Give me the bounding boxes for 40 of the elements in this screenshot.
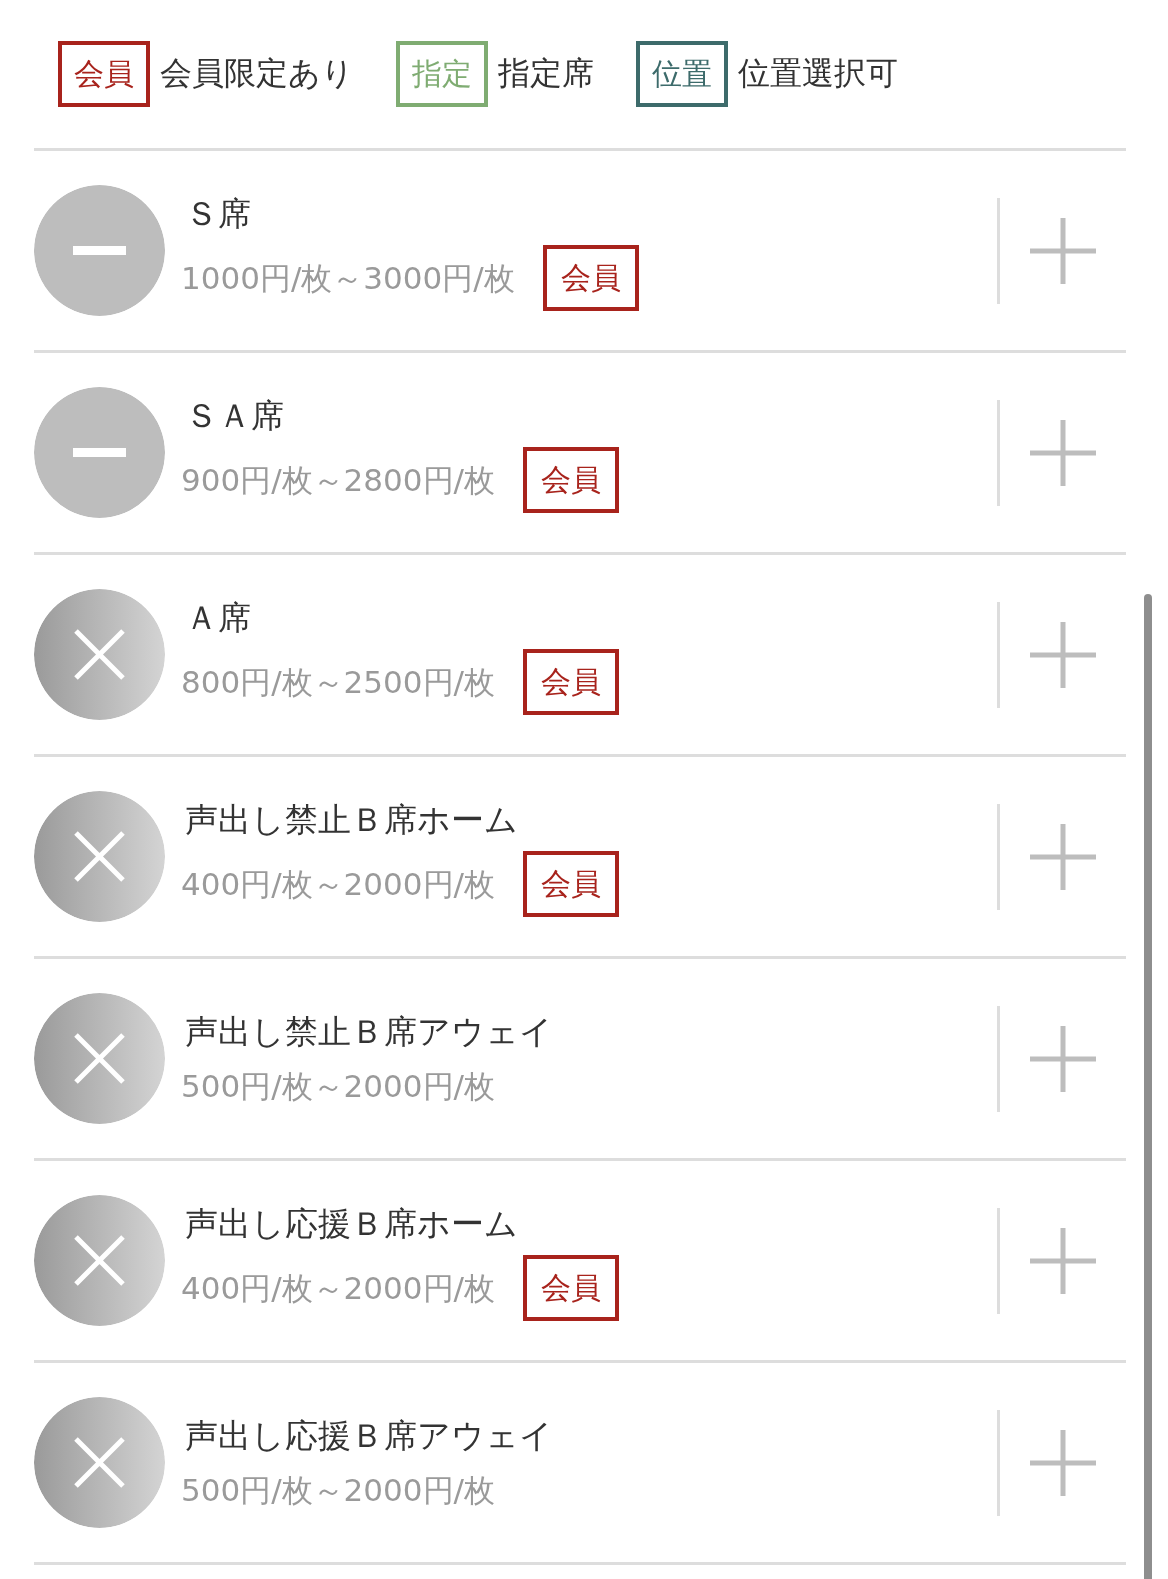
member-badge: 会員	[522, 1254, 619, 1321]
legend-label: 位置選択可	[738, 53, 898, 94]
member-badge: 会員	[522, 850, 619, 917]
seat-name: Ａ席	[184, 596, 252, 639]
remove-button[interactable]	[34, 993, 165, 1124]
seat-name: 声出し禁止Ｂ席アウェイ	[184, 1010, 554, 1053]
remove-button[interactable]	[34, 589, 165, 720]
seat-name: 声出し応援Ｂ席ホーム	[184, 1202, 519, 1245]
legend-badge: 指定	[396, 41, 488, 107]
scrollbar[interactable]	[1144, 594, 1152, 1579]
minus-button[interactable]	[34, 387, 165, 518]
seat-name: 声出し禁止Ｂ席ホーム	[184, 798, 519, 841]
member-badge: 会員	[542, 244, 639, 311]
legend-label: 指定席	[498, 53, 594, 94]
add-button[interactable]	[1030, 1227, 1096, 1294]
legend-badge: 会員	[58, 41, 150, 107]
seat-price: 800円/枚～2500円/枚	[181, 662, 495, 702]
member-badge: 会員	[522, 446, 619, 513]
minus-button[interactable]	[34, 185, 165, 316]
remove-button[interactable]	[34, 791, 165, 922]
add-button[interactable]	[1030, 1429, 1096, 1496]
add-button[interactable]	[1030, 1025, 1096, 1092]
member-badge: 会員	[522, 648, 619, 715]
legend-label: 会員限定あり	[160, 53, 354, 94]
legend-badge: 位置	[636, 41, 728, 107]
add-button[interactable]	[1030, 217, 1096, 284]
seat-name: 声出し応援Ｂ席アウェイ	[184, 1414, 554, 1457]
add-button[interactable]	[1030, 823, 1096, 890]
remove-button[interactable]	[34, 1195, 165, 1326]
seat-name: Ｓ席	[184, 192, 252, 235]
add-button[interactable]	[1030, 621, 1096, 688]
add-button[interactable]	[1030, 419, 1096, 486]
seat-price: 400円/枚～2000円/枚	[181, 1268, 495, 1308]
seat-price: 1000円/枚～3000円/枚	[181, 258, 515, 298]
remove-button[interactable]	[34, 1397, 165, 1528]
seat-price: 400円/枚～2000円/枚	[181, 864, 495, 904]
seat-price: 500円/枚～2000円/枚	[181, 1066, 495, 1106]
seat-price: 500円/枚～2000円/枚	[181, 1470, 495, 1510]
seat-name: ＳＡ席	[184, 394, 285, 437]
seat-price: 900円/枚～2800円/枚	[181, 460, 495, 500]
